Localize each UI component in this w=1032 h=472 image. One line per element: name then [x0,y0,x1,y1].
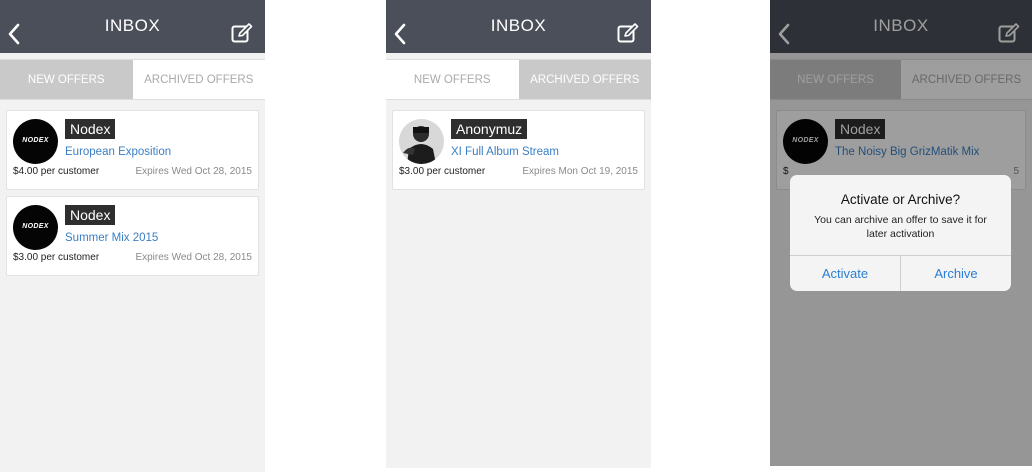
activate-button[interactable]: Activate [790,256,900,291]
inbox-screen-new-offers: INBOX NEW OFFERS ARCHIVED OFFERS NODEX N… [0,0,265,472]
inbox-screen-archived-offers: INBOX NEW OFFERS ARCHIVED OFFERS Anonymu… [386,0,651,468]
person-photo-icon [403,126,436,164]
brand-name: Anonymuz [451,119,528,139]
offer-price: $4.00 per customer [13,166,100,177]
page-title: INBOX [490,16,547,35]
offer-expiration: Expires Wed Oct 28, 2015 [135,252,252,263]
offer-list: Anonymuz XI Full Album Stream $3.00 per … [386,100,651,190]
offer-title-link[interactable]: XI Full Album Stream [451,146,559,158]
tab-archived-offers[interactable]: ARCHIVED OFFERS [518,60,651,99]
brand-name: Nodex [65,205,116,225]
compose-icon[interactable] [231,23,253,43]
offer-card[interactable]: Anonymuz XI Full Album Stream $3.00 per … [392,110,645,190]
nav-separator [0,53,265,60]
offer-card[interactable]: NODEX Nodex Summer Mix 2015 $3.00 per cu… [6,196,259,276]
brand-logo: NODEX [13,119,58,164]
artist-photo [399,119,444,164]
offers-tab-bar: NEW OFFERS ARCHIVED OFFERS [386,60,651,100]
offer-title-link[interactable]: European Exposition [65,146,171,158]
tab-archived-offers[interactable]: ARCHIVED OFFERS [132,60,265,99]
offers-tab-bar: NEW OFFERS ARCHIVED OFFERS [0,60,265,100]
offer-expiration: Expires Mon Oct 19, 2015 [522,166,638,177]
offer-list: NODEX Nodex European Exposition $4.00 pe… [0,100,265,276]
inbox-screen-alert: INBOX NEW OFFERS ARCHIVED OFFERS NODEX N… [770,0,1032,466]
navigation-bar: INBOX [386,0,651,53]
offer-price: $3.00 per customer [13,252,100,263]
tab-new-offers[interactable]: NEW OFFERS [386,60,519,99]
alert-title: Activate or Archive? [840,192,961,207]
nav-separator [386,53,651,60]
alert-dialog: Activate or Archive? You can archive an … [790,175,1011,291]
navigation-bar: INBOX [0,0,265,53]
alert-button-row: Activate Archive [790,255,1011,291]
offer-title-link[interactable]: Summer Mix 2015 [65,232,158,244]
archive-button[interactable]: Archive [900,256,1011,291]
compose-icon[interactable] [617,23,639,43]
brand-logo: NODEX [13,205,58,250]
offer-price: $3.00 per customer [399,166,486,177]
offer-card[interactable]: NODEX Nodex European Exposition $4.00 pe… [6,110,259,190]
page-title: INBOX [104,16,161,35]
alert-message: You can archive an offer to save it for … [814,214,987,240]
tab-new-offers[interactable]: NEW OFFERS [0,60,133,99]
offer-expiration: Expires Wed Oct 28, 2015 [135,166,252,177]
brand-name: Nodex [65,119,116,139]
